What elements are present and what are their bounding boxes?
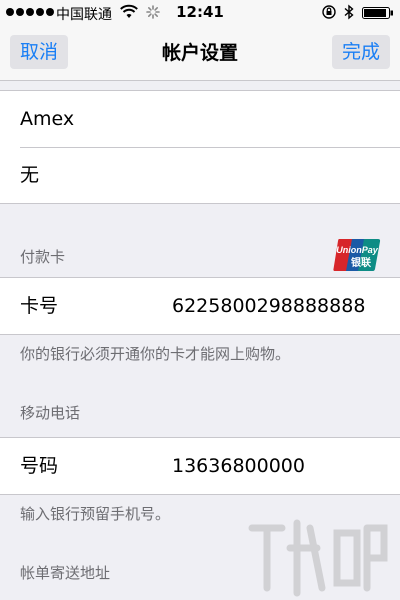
card-option-row[interactable]: 无	[0, 147, 400, 203]
status-time: 12:41	[176, 3, 224, 21]
mobile-phone-header: 移动电话	[20, 404, 81, 422]
card-number-row[interactable]: 卡号 6225800298888888	[0, 278, 400, 334]
cancel-button[interactable]: 取消	[10, 35, 68, 69]
done-button[interactable]: 完成	[332, 35, 390, 69]
card-options-group: Amex 无	[0, 90, 400, 204]
billing-address-header: 帐单寄送地址	[20, 564, 111, 582]
card-option-label: 无	[20, 164, 40, 186]
svg-text:银联: 银联	[351, 256, 371, 269]
watermark-icon	[248, 519, 388, 597]
card-number-label: 卡号	[20, 295, 59, 317]
phone-number-label: 号码	[20, 455, 59, 477]
phone-number-row[interactable]: 号码 13636800000	[0, 438, 400, 494]
card-type-label: Amex	[20, 108, 75, 130]
status-bar: 中国联通 12:41	[0, 0, 400, 26]
payment-card-note: 你的银行必须开通你的卡才能网上购物。	[20, 345, 291, 363]
payment-card-group: 卡号 6225800298888888	[0, 277, 400, 335]
mobile-phone-group: 号码 13636800000	[0, 437, 400, 495]
navigation-bar: 帐户设置 取消 完成	[0, 26, 400, 81]
mobile-phone-note: 输入银行预留手机号。	[20, 505, 171, 523]
bluetooth-icon	[344, 4, 354, 20]
card-type-row[interactable]: Amex	[0, 91, 400, 147]
account-settings-screen: 中国联通 12:41 帐户设置 取消 完成 Amex 无 付款卡 UnionPa…	[0, 0, 400, 600]
svg-text:UnionPay: UnionPay	[336, 245, 379, 255]
payment-card-header: 付款卡	[20, 248, 66, 266]
orientation-lock-icon	[322, 5, 336, 19]
unionpay-logo-icon: UnionPay 银联	[333, 239, 381, 271]
phone-number-field[interactable]: 13636800000	[172, 438, 305, 494]
card-number-field[interactable]: 6225800298888888	[172, 278, 365, 334]
battery-icon	[362, 7, 393, 19]
